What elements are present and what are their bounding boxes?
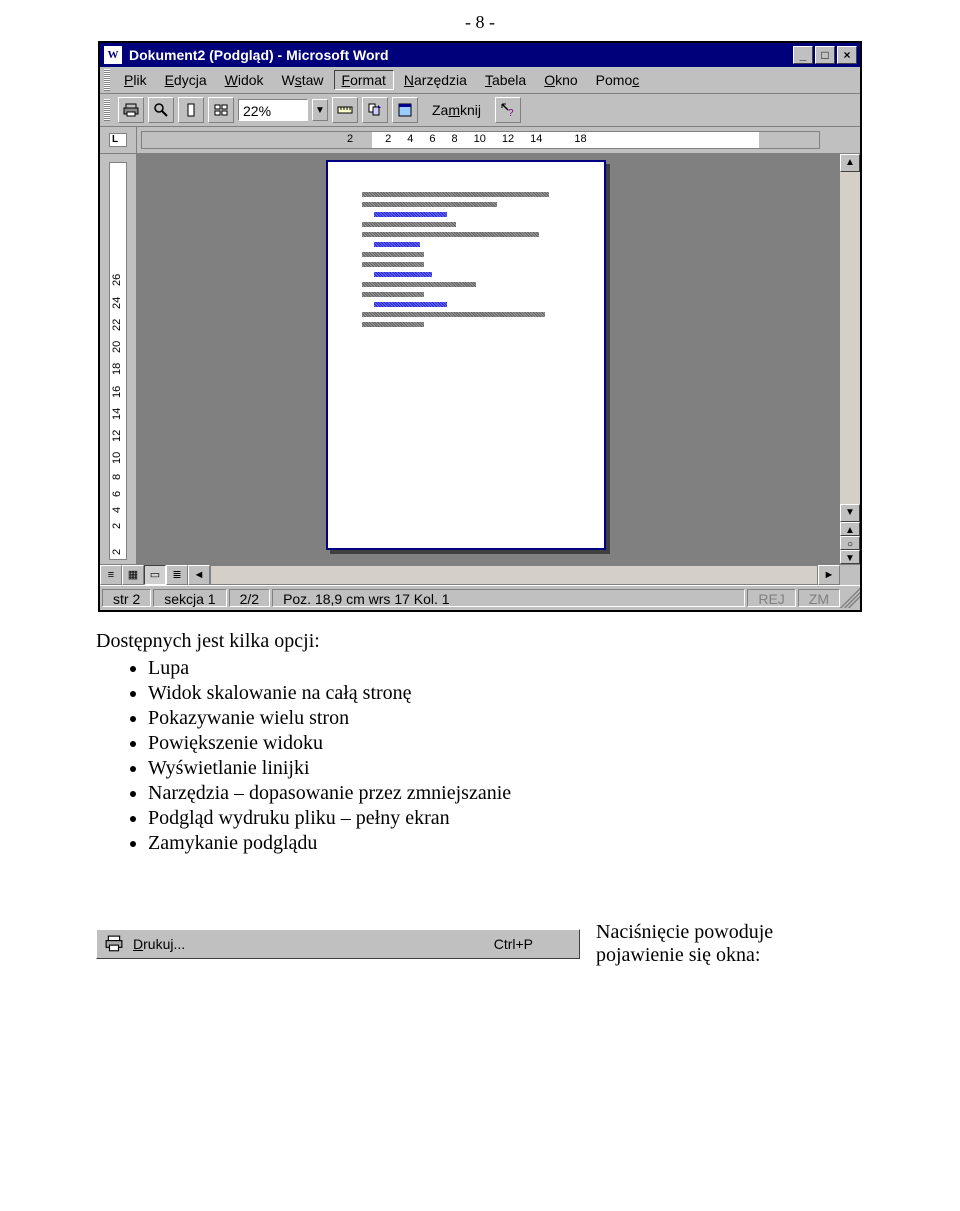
zoom-input[interactable]: 22%: [238, 99, 308, 121]
horizontal-ruler[interactable]: 2 2 4 6 8 10 12 14 18: [141, 131, 820, 149]
toolbar-grip-icon[interactable]: [104, 99, 110, 121]
status-rec: REJ: [747, 589, 795, 607]
status-section: sekcja 1: [153, 589, 226, 607]
list-item: Zamykanie podglądu: [148, 832, 864, 855]
document-area: 2 24 68 1012 1416 1820 2224 26: [100, 154, 860, 564]
fullscreen-button[interactable]: [392, 97, 418, 123]
zoom-dropdown-icon[interactable]: ▼: [312, 99, 328, 121]
statusbar: str 2 sekcja 1 2/2 Poz. 18,9 cm wrs 17 K…: [100, 585, 860, 610]
view-scroll-row: ≡ ▦ ▭ ≣ ◄ ►: [100, 564, 860, 585]
list-item: Pokazywanie wielu stron: [148, 707, 864, 730]
status-pages: 2/2: [229, 589, 270, 607]
scroll-down-icon[interactable]: ▼: [840, 504, 860, 522]
resize-grip-icon[interactable]: [840, 588, 860, 608]
magnifier-button[interactable]: [148, 97, 174, 123]
status-page: str 2: [102, 589, 151, 607]
word-doc-icon: W: [103, 45, 123, 65]
menu-plik[interactable]: Plik: [116, 70, 155, 90]
horizontal-scrollbar[interactable]: [210, 565, 818, 585]
minimize-button[interactable]: _: [793, 46, 813, 64]
menubar: Plik Edycja Widok Wstaw Format Narzędzia…: [100, 67, 860, 94]
scroll-right-icon[interactable]: ►: [818, 565, 840, 585]
titlebar: W Dokument2 (Podgląd) - Microsoft Word _…: [100, 43, 860, 67]
print-layout-view-icon[interactable]: ▭: [144, 565, 166, 585]
print-label: Drukuj...: [133, 936, 185, 952]
ruler-tab-selector[interactable]: L: [100, 127, 137, 153]
web-view-icon[interactable]: ▦: [122, 565, 144, 585]
page-canvas[interactable]: [136, 154, 839, 564]
window-title: Dokument2 (Podgląd) - Microsoft Word: [129, 47, 389, 63]
menu-pomoc[interactable]: Pomoc: [588, 70, 648, 90]
one-page-button[interactable]: [178, 97, 204, 123]
print-caption: Naciśnięcie powoduje pojawienie się okna…: [596, 921, 864, 967]
close-button[interactable]: ×: [837, 46, 857, 64]
word-window: W Dokument2 (Podgląd) - Microsoft Word _…: [98, 41, 862, 612]
page-preview: [326, 160, 606, 550]
scroll-up-icon[interactable]: ▲: [840, 154, 860, 172]
options-list: Lupa Widok skalowanie na całą stronę Pok…: [96, 657, 864, 855]
svg-text:?: ?: [508, 108, 514, 118]
list-item: Narzędzia – dopasowanie przez zmniejszan…: [148, 782, 864, 805]
menu-narzedzia[interactable]: Narzędzia: [396, 70, 475, 90]
vertical-scrollbar[interactable]: ▲ ▼ ▲ ○ ▼: [839, 154, 860, 564]
body-text: Dostępnych jest kilka opcji: Lupa Widok …: [0, 630, 960, 921]
list-item: Wyświetlanie linijki: [148, 757, 864, 780]
ruler-toggle-button[interactable]: [332, 97, 358, 123]
ruler-row: L 2 2 4 6 8 10 12 14 18: [100, 127, 860, 154]
status-zm: ZM: [798, 589, 840, 607]
list-item: Powiększenie widoku: [148, 732, 864, 755]
status-position: Poz. 18,9 cm wrs 17 Kol. 1: [272, 589, 745, 607]
close-preview-button[interactable]: Zamknij: [422, 102, 491, 118]
list-item: Lupa: [148, 657, 864, 680]
print-menu-item[interactable]: Drukuj... Ctrl+P: [96, 929, 580, 959]
list-item: Widok skalowanie na całą stronę: [148, 682, 864, 705]
toolbar-grip-icon[interactable]: [104, 69, 110, 91]
menu-edycja[interactable]: Edycja: [157, 70, 215, 90]
shrink-to-fit-button[interactable]: [362, 97, 388, 123]
lead-text: Dostępnych jest kilka opcji:: [96, 630, 864, 653]
printer-icon: [103, 934, 125, 954]
preview-toolbar: 22% ▼ Zamknij ?: [100, 94, 860, 127]
list-item: Podgląd wydruku pliku – pełny ekran: [148, 807, 864, 830]
scroll-left-icon[interactable]: ◄: [188, 565, 210, 585]
multi-page-button[interactable]: [208, 97, 234, 123]
page-number: - 8 -: [0, 0, 960, 41]
normal-view-icon[interactable]: ≡: [100, 565, 122, 585]
prev-page-icon[interactable]: ▲: [840, 522, 860, 536]
print-button[interactable]: [118, 97, 144, 123]
print-shortcut: Ctrl+P: [494, 936, 533, 952]
browse-object-icon[interactable]: ○: [840, 536, 860, 550]
menu-wstaw[interactable]: Wstaw: [274, 70, 332, 90]
menu-widok[interactable]: Widok: [217, 70, 272, 90]
next-page-icon[interactable]: ▼: [840, 550, 860, 564]
menu-tabela[interactable]: Tabela: [477, 70, 534, 90]
help-button[interactable]: ?: [495, 97, 521, 123]
menu-format[interactable]: Format: [334, 70, 394, 90]
vertical-ruler[interactable]: 2 24 68 1012 1416 1820 2224 26: [109, 162, 127, 560]
outline-view-icon[interactable]: ≣: [166, 565, 188, 585]
maximize-button[interactable]: □: [815, 46, 835, 64]
menu-okno[interactable]: Okno: [536, 70, 585, 90]
